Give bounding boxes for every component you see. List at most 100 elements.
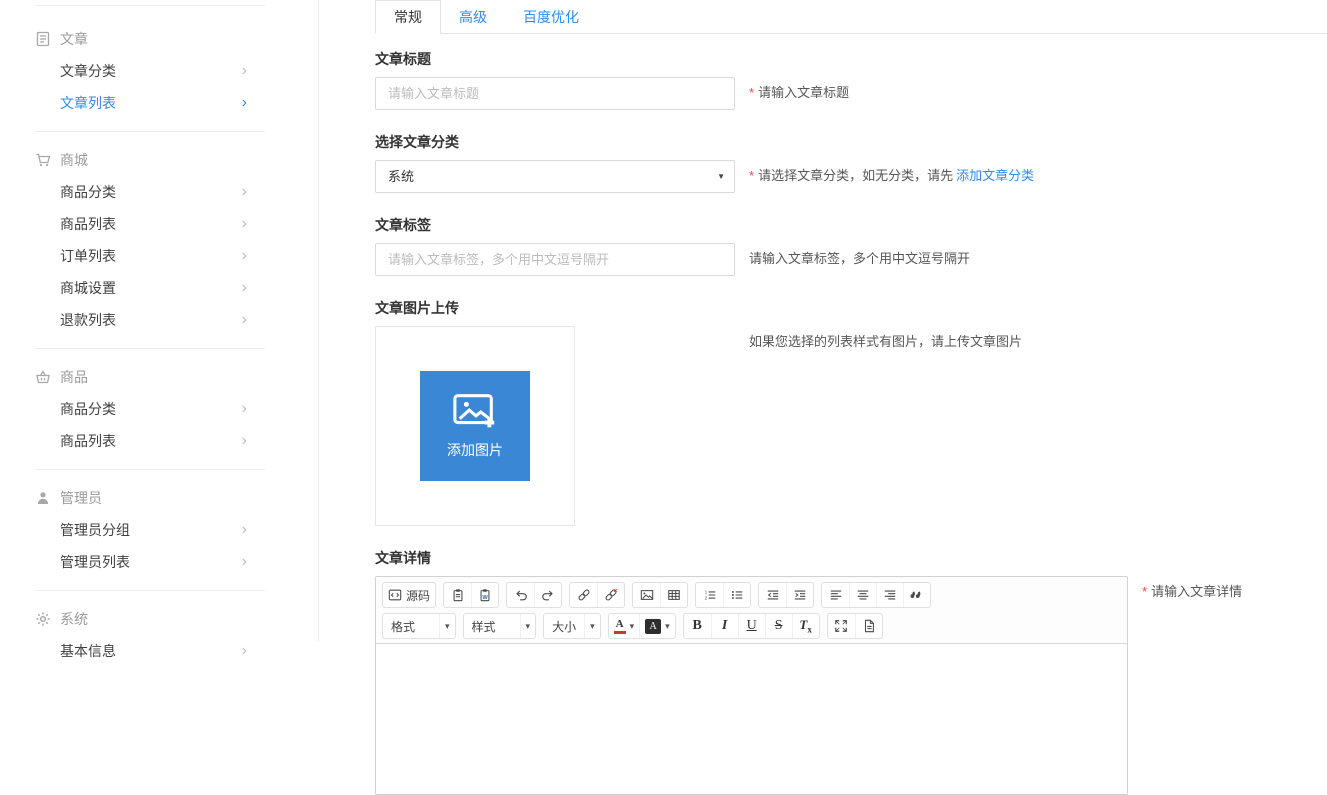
align-left-icon — [829, 588, 843, 602]
align-left-button[interactable] — [822, 582, 849, 608]
show-blocks-button[interactable] — [855, 613, 882, 639]
table-button[interactable] — [660, 582, 687, 608]
remove-format-button[interactable]: Tx — [792, 613, 819, 639]
format-select[interactable]: 格式 ▾ — [382, 613, 456, 639]
underline-button[interactable]: U — [738, 613, 765, 639]
unordered-list-button[interactable] — [723, 582, 750, 608]
tab-general[interactable]: 常规 — [375, 0, 441, 34]
sidebar-item-admin-group[interactable]: 管理员分组 › — [35, 514, 265, 546]
add-image-button[interactable]: 添加图片 — [420, 371, 530, 481]
divider — [35, 469, 265, 470]
editor-content-area[interactable] — [376, 644, 1127, 794]
sidebar-item-goods-list[interactable]: 商品列表 › — [35, 208, 265, 240]
outdent-button[interactable] — [759, 582, 786, 608]
main-content: 常规 高级 百度优化 文章标题 *请输入文章标题 选择文章分类 系统 ▼ — [320, 0, 1327, 641]
sidebar: 文章 文章分类 › 文章列表 › 商城 商品分类 › 商品列表 › 订单列表 — [0, 0, 319, 641]
tab-bar: 常规 高级 百度优化 — [375, 0, 1327, 34]
style-select[interactable]: 样式 ▾ — [463, 613, 537, 639]
title-hint: *请输入文章标题 — [749, 77, 849, 109]
sidebar-item-article-list[interactable]: 文章列表 › — [35, 87, 265, 119]
sidebar-item-product-list[interactable]: 商品列表 › — [35, 425, 265, 457]
category-select[interactable]: 系统 ▼ — [375, 160, 735, 193]
sidebar-item-order-list[interactable]: 订单列表 › — [35, 240, 265, 272]
align-right-button[interactable] — [876, 582, 903, 608]
chevron-down-icon: ▾ — [520, 614, 536, 638]
sidebar-section-mall[interactable]: 商城 — [35, 144, 265, 176]
italic-icon: I — [722, 618, 727, 634]
link-button[interactable] — [570, 582, 597, 608]
sidebar-item-goods-category[interactable]: 商品分类 › — [35, 176, 265, 208]
form-row-image-upload: 文章图片上传 添加图片 如果您选择的列表样式有图片，请上传文章图片 — [375, 298, 1327, 526]
insert-image-icon — [640, 588, 654, 602]
svg-text:2: 2 — [704, 596, 707, 601]
align-center-button[interactable] — [849, 582, 876, 608]
toolbar-row-1: 源码 — [382, 581, 1121, 612]
chevron-down-icon: ▾ — [630, 621, 635, 632]
paste-icon — [451, 588, 465, 602]
bold-icon: B — [692, 618, 701, 634]
bg-color-button[interactable]: A ▾ — [639, 613, 675, 639]
image-button[interactable] — [633, 582, 660, 608]
add-article-category-link[interactable]: 添加文章分类 — [956, 168, 1034, 183]
sidebar-item-mall-settings[interactable]: 商城设置 › — [35, 272, 265, 304]
required-asterisk: * — [1142, 584, 1147, 599]
font-size-select[interactable]: 大小 ▾ — [543, 613, 601, 639]
sidebar-item-article-category[interactable]: 文章分类 › — [35, 55, 265, 87]
bold-button[interactable]: B — [684, 613, 711, 639]
divider — [35, 348, 265, 349]
indent-icon — [793, 588, 807, 602]
background-color-icon: A — [645, 619, 661, 634]
unlink-button[interactable] — [597, 582, 624, 608]
undo-button[interactable] — [507, 582, 534, 608]
chevron-right-icon: › — [242, 184, 247, 200]
sidebar-item-refund-list[interactable]: 退款列表 › — [35, 304, 265, 336]
chevron-right-icon: › — [242, 401, 247, 417]
tab-baidu-seo[interactable]: 百度优化 — [505, 0, 597, 34]
redo-button[interactable] — [534, 582, 561, 608]
mall-cart-icon — [35, 152, 51, 168]
sidebar-section-system[interactable]: 系统 — [35, 603, 265, 635]
sidebar-section-product[interactable]: 商品 — [35, 361, 265, 393]
select-arrow-icon: ▼ — [717, 161, 725, 192]
text-color-button[interactable]: A ▾ — [609, 613, 640, 639]
source-code-icon — [388, 588, 402, 602]
required-asterisk: * — [749, 168, 754, 183]
align-center-icon — [856, 588, 870, 602]
align-right-icon — [883, 588, 897, 602]
sidebar-section-article[interactable]: 文章 — [35, 23, 265, 55]
image-upload-box: 添加图片 — [375, 326, 575, 526]
category-label: 选择文章分类 — [375, 132, 1327, 152]
maximize-button[interactable] — [828, 613, 855, 639]
source-button[interactable]: 源码 — [383, 582, 435, 608]
title-input[interactable] — [375, 77, 735, 110]
sidebar-item-admin-list[interactable]: 管理员列表 › — [35, 546, 265, 578]
undo-icon — [514, 588, 528, 602]
chevron-right-icon: › — [242, 280, 247, 296]
strikethrough-button[interactable]: S — [765, 613, 792, 639]
tab-advanced[interactable]: 高级 — [441, 0, 505, 34]
editor-toolbar: 源码 — [376, 577, 1127, 644]
rich-text-editor: 源码 — [375, 576, 1128, 795]
chevron-down-icon: ▾ — [584, 614, 600, 638]
maximize-icon — [834, 619, 848, 633]
italic-button[interactable]: I — [711, 613, 738, 639]
add-image-button-label: 添加图片 — [447, 440, 503, 460]
sidebar-section-admin[interactable]: 管理员 — [35, 482, 265, 514]
chevron-down-icon: ▾ — [439, 614, 455, 638]
tags-input[interactable] — [375, 243, 735, 276]
ordered-list-button[interactable]: 1 2 — [696, 582, 723, 608]
chevron-right-icon: › — [242, 95, 247, 111]
paste-word-button[interactable]: W — [471, 582, 498, 608]
system-gear-icon — [35, 611, 51, 627]
unlink-icon — [604, 588, 618, 602]
svg-text:1: 1 — [704, 589, 707, 594]
divider — [35, 590, 265, 591]
ordered-list-icon: 1 2 — [703, 588, 717, 602]
sidebar-item-basic-info[interactable]: 基本信息 › — [35, 635, 265, 667]
remove-format-icon: Tx — [799, 617, 811, 635]
document-page-icon — [862, 619, 876, 633]
paste-button[interactable] — [444, 582, 471, 608]
indent-button[interactable] — [786, 582, 813, 608]
sidebar-item-product-category[interactable]: 商品分类 › — [35, 393, 265, 425]
blockquote-button[interactable] — [903, 582, 930, 608]
